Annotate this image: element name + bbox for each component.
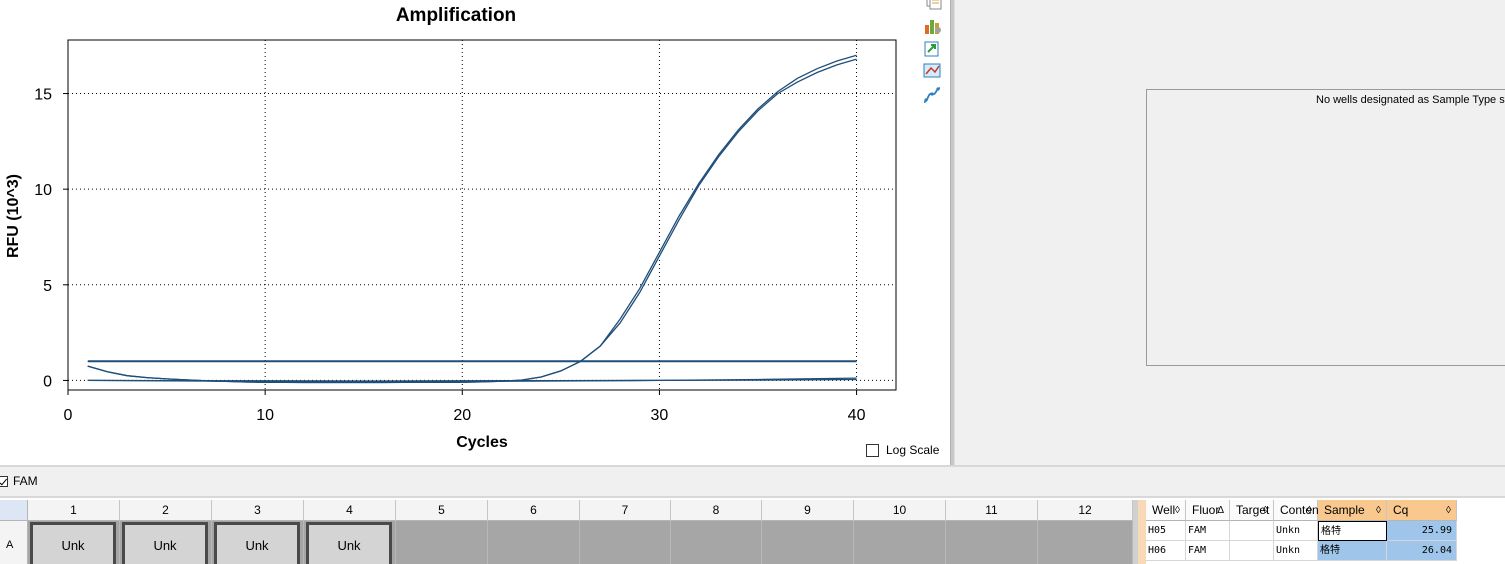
results-cell-cq[interactable]: 25.99	[1387, 521, 1457, 541]
results-cell-target[interactable]	[1230, 521, 1274, 541]
sort-arrow-icon[interactable]: ◊	[1376, 500, 1381, 521]
log-scale-checkbox[interactable]	[866, 443, 879, 457]
well-a5[interactable]	[396, 521, 488, 564]
plate-select-all[interactable]	[0, 500, 28, 521]
well-a9[interactable]	[762, 521, 854, 564]
results-header-label: Content	[1280, 503, 1323, 517]
plate-column-header-8[interactable]: 8	[671, 500, 762, 521]
results-cell-target[interactable]	[1230, 541, 1274, 561]
x-tick-label: 20	[453, 407, 471, 424]
y-axis-title: RFU (10^3)	[5, 174, 22, 258]
amplification-chart-panel: Amplification 0 10 20 30 40 0 5 10 15 Cycles RFU…	[0, 0, 950, 465]
results-header-target[interactable]: Target ◊	[1230, 500, 1274, 521]
well-a10[interactable]	[854, 521, 946, 564]
x-tick-label: 30	[651, 407, 669, 424]
chart-toolbar	[920, 0, 946, 110]
plate-column-header-12[interactable]: 12	[1038, 500, 1133, 521]
well-a4-label[interactable]: Unk	[306, 522, 392, 564]
x-tick-label: 40	[848, 407, 866, 424]
plate-column-header-2[interactable]: 2	[120, 500, 212, 521]
well-a12[interactable]	[1038, 521, 1133, 564]
y-tick-label: 0	[43, 373, 52, 390]
sort-arrow-icon[interactable]: Δ	[1217, 500, 1224, 521]
sort-arrow-icon[interactable]: ◊	[1307, 500, 1312, 521]
standard-curve-panel: No wells designated as Sample Type sta	[955, 0, 1505, 465]
plate-grid: 1 2 3 4 5 6 7 8 9 10 11 12 A Unk Unk Unk Unk	[0, 500, 1133, 564]
well-a7[interactable]	[580, 521, 671, 564]
display-options-icon[interactable]	[922, 62, 942, 80]
chart-title: Amplification	[396, 5, 516, 26]
plate-column-header-6[interactable]: 6	[488, 500, 580, 521]
export-icon[interactable]	[922, 40, 942, 58]
results-header-fluor[interactable]: Fluor Δ	[1186, 500, 1230, 521]
sort-arrow-icon[interactable]: ◊	[1263, 500, 1268, 521]
y-tick-label: 5	[43, 278, 52, 295]
results-cell-sample[interactable]: 格特	[1318, 541, 1387, 561]
plate-column-header-10[interactable]: 10	[854, 500, 946, 521]
amplification-chart[interactable]: Amplification 0 10 20 30 40 0 5 10 15 Cycles RFU…	[0, 0, 920, 465]
chart-grid	[68, 40, 896, 390]
results-header-label: Well	[1152, 503, 1176, 517]
x-tick-label: 0	[64, 407, 73, 424]
cfx-results-window: Amplification 0 10 20 30 40 0 5 10 15 Cycles RFU…	[0, 0, 1505, 564]
plate-column-header-11[interactable]: 11	[946, 500, 1038, 521]
well-a6[interactable]	[488, 521, 580, 564]
amplification-curve-1[interactable]	[87, 58, 857, 384]
results-cell-content[interactable]: Unkn	[1274, 521, 1318, 541]
results-header-cq[interactable]: Cq ◊	[1387, 500, 1457, 521]
y-tick-label: 15	[34, 87, 52, 104]
chart-ticks: 0 10 20 30 40 0 5 10 15	[34, 87, 865, 424]
well-a11[interactable]	[946, 521, 1038, 564]
fam-filter[interactable]: FAM	[0, 474, 38, 488]
results-header-well[interactable]: Well ◊	[1146, 500, 1186, 521]
results-cell-well[interactable]: H05	[1146, 521, 1186, 541]
results-header-label: Sample	[1324, 503, 1365, 517]
log-scale-toggle[interactable]: Log Scale	[866, 443, 939, 457]
sort-arrow-icon[interactable]: ◊	[1175, 500, 1180, 521]
results-cell-content[interactable]: Unkn	[1274, 541, 1318, 561]
copy-icon[interactable]	[922, 0, 942, 11]
results-cell-cq[interactable]: 26.04	[1387, 541, 1457, 561]
fam-checkbox[interactable]	[0, 475, 8, 487]
results-cell-well[interactable]: H06	[1146, 541, 1186, 561]
plate-column-header-3[interactable]: 3	[212, 500, 304, 521]
plate-column-header-4[interactable]: 4	[304, 500, 396, 521]
well-a3-label[interactable]: Unk	[214, 522, 300, 564]
well-a8[interactable]	[671, 521, 762, 564]
fam-label: FAM	[13, 474, 38, 488]
results-header-sample[interactable]: Sample ◊	[1318, 500, 1387, 521]
sort-arrow-icon[interactable]: ◊	[1446, 500, 1451, 521]
no-standards-message: No wells designated as Sample Type sta	[1316, 94, 1505, 106]
results-header-label: Fluor	[1192, 503, 1220, 517]
results-cell-fluor[interactable]: FAM	[1186, 521, 1230, 541]
log-scale-label: Log Scale	[886, 443, 940, 457]
plate-column-header-5[interactable]: 5	[396, 500, 488, 521]
x-axis-title: Cycles	[456, 434, 508, 451]
fluor-selector-bar: FAM	[0, 465, 1505, 498]
results-table: Well ◊ Fluor Δ Target ◊ Content ◊ Sample ◊ Cq ◊ H05…	[1133, 500, 1505, 564]
plate-column-header-7[interactable]: 7	[580, 500, 671, 521]
x-tick-label: 10	[256, 407, 274, 424]
standard-curve-box: No wells designated as Sample Type sta	[1146, 89, 1505, 366]
amplification-curve-2[interactable]	[87, 54, 857, 384]
results-header-content[interactable]: Content ◊	[1274, 500, 1322, 521]
plate-column-header-1[interactable]: 1	[28, 500, 120, 521]
results-cell-fluor[interactable]: FAM	[1186, 541, 1230, 561]
plot-area-frame	[67, 39, 897, 391]
results-cell-sample[interactable]: 格特	[1318, 521, 1387, 541]
results-header-label: Cq	[1393, 503, 1409, 517]
plate-column-header-9[interactable]: 9	[762, 500, 854, 521]
well-a2-label[interactable]: Unk	[122, 522, 208, 564]
chart-series	[87, 54, 857, 384]
row-selector-strip	[1138, 500, 1146, 564]
chart-options-icon[interactable]	[922, 17, 942, 35]
well-a1-label[interactable]: Unk	[30, 522, 116, 564]
row-header-a[interactable]: A	[0, 521, 28, 564]
y-tick-label: 10	[34, 182, 52, 199]
curve-icon[interactable]	[922, 86, 942, 104]
